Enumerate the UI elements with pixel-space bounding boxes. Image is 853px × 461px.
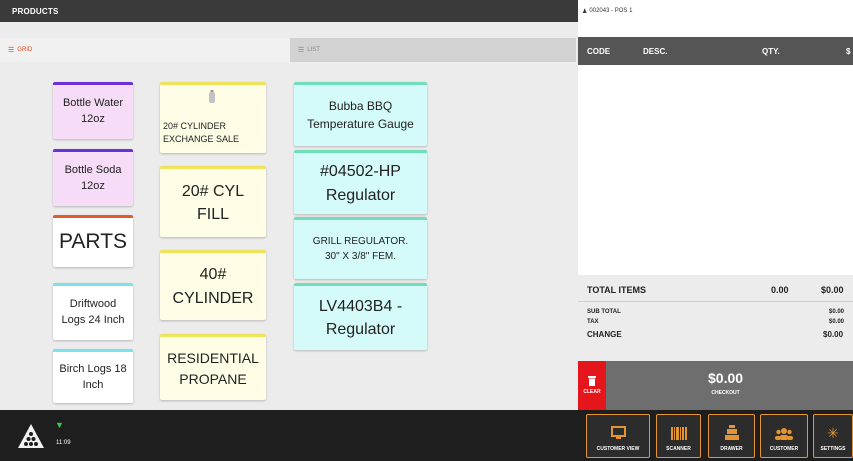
order-totals: TOTAL ITEMS 0.00 $0.00 SUB TOTAL $0.00 T…	[578, 275, 853, 361]
customer-view-button[interactable]: CUSTOMER VIEW	[586, 414, 650, 458]
view-tabs: ☰ GRID ☰ LIST	[0, 38, 576, 62]
settings-label: SETTINGS	[820, 446, 846, 452]
product-tile-40-cylinder[interactable]: 40# CYLINDER	[160, 250, 266, 320]
tile-label: Logs 24 Inch	[61, 314, 125, 326]
col-desc: DESC.	[643, 47, 668, 56]
order-column-headers: CODE DESC. QTY. $	[578, 37, 853, 65]
tab-list-label: LIST	[307, 47, 320, 53]
product-tile-parts[interactable]: PARTS	[53, 215, 133, 267]
checkout-amount: $0.00	[708, 370, 744, 386]
tile-label: 12oz	[81, 180, 105, 192]
tile-label: 20# CYLINDER	[163, 120, 227, 131]
monitor-icon	[610, 426, 626, 439]
gear-icon: ✳	[827, 425, 839, 441]
drawer-label: DRAWER	[720, 446, 743, 452]
tile-label: Bottle Soda	[64, 164, 122, 177]
product-tile-residential-propane[interactable]: RESIDENTIAL PROPANE	[160, 334, 266, 400]
cash-register-icon	[724, 425, 739, 440]
users-icon	[775, 428, 793, 440]
tile-label: 30" X 3/8" FEM.	[324, 250, 396, 262]
tile-label: Regulator	[325, 321, 396, 338]
product-tile-grill-regulator[interactable]: GRILL REGULATOR. 30" X 3/8" FEM.	[294, 217, 427, 279]
product-tile-driftwood[interactable]: Driftwood Logs 24 Inch	[53, 283, 133, 340]
user-icon: ♟	[582, 8, 588, 15]
clear-button[interactable]: CLEAR	[578, 361, 606, 410]
tile-label: Inch	[82, 378, 104, 391]
scanner-button[interactable]: SCANNER	[656, 414, 701, 458]
checkout-bar: CLEAR $0.00 CHECKOUT	[578, 361, 853, 410]
tile-label: LV4403B4 -	[318, 297, 403, 315]
col-qty: QTY.	[762, 47, 780, 56]
settings-button[interactable]: ✳ SETTINGS	[813, 414, 853, 458]
clear-label: CLEAR	[583, 389, 601, 395]
product-tile-bottle-water[interactable]: Bottle Water 12oz	[53, 82, 133, 139]
tile-label: Driftwood	[69, 298, 117, 311]
customer-button[interactable]: CUSTOMER	[760, 414, 808, 458]
tile-label: 20# CYL	[181, 182, 245, 200]
pos-app: PRODUCTS ☰ GRID ☰ LIST Bottle Water 12oz…	[0, 0, 853, 461]
tile-label: RESIDENTIAL	[167, 350, 259, 367]
change-label: CHANGE	[587, 330, 622, 339]
customer-label: CUSTOMER	[769, 446, 799, 452]
tile-label: EXCHANGE SALE	[163, 133, 240, 144]
products-panel: PRODUCTS ☰ GRID ☰ LIST Bottle Water 12oz…	[0, 0, 578, 410]
clock: 11:09	[56, 440, 71, 446]
tax-label: TAX	[587, 319, 599, 325]
product-tile-cylinder-exchange[interactable]: 20# CYLINDER EXCHANGE SALE	[160, 82, 266, 153]
checkout-label: CHECKOUT	[711, 390, 740, 396]
tile-label: Bottle Water	[62, 97, 124, 110]
col-price: $	[846, 47, 851, 56]
tab-list[interactable]: ☰ LIST	[290, 38, 576, 62]
total-items-qty: 0.00	[771, 285, 789, 295]
change-value: $0.00	[823, 330, 844, 339]
tax-value: $0.00	[829, 319, 845, 325]
product-tile-bubba-bbq[interactable]: Bubba BBQ Temperature Gauge	[294, 82, 427, 146]
drawer-button[interactable]: DRAWER	[708, 414, 755, 458]
tile-label: 40#	[199, 266, 227, 284]
trash-icon	[588, 376, 596, 386]
list-icon: ☰	[298, 47, 305, 54]
tile-label: PARTS	[58, 230, 128, 254]
total-items-label: TOTAL ITEMS	[587, 285, 647, 295]
propane-tank-icon	[209, 90, 215, 103]
order-title-text: 002043 - POS 1	[589, 8, 633, 14]
subtotal-value: $0.00	[829, 309, 845, 315]
tile-label: GRILL REGULATOR.	[312, 236, 409, 247]
product-tile-bottle-soda[interactable]: Bottle Soda 12oz	[53, 149, 133, 206]
products-header: PRODUCTS	[0, 0, 578, 22]
tile-label: Regulator	[325, 186, 396, 204]
grid-icon: ☰	[8, 47, 15, 54]
tab-grid-label: GRID	[17, 47, 33, 53]
tile-label: PROPANE	[179, 370, 247, 387]
app-logo-icon	[18, 424, 44, 448]
tile-label: 12oz	[81, 113, 105, 125]
tile-label: Birch Logs 18	[59, 362, 127, 375]
product-tile-birch-logs[interactable]: Birch Logs 18 Inch	[53, 349, 133, 403]
product-tile-cyl-fill[interactable]: 20# CYL FILL	[160, 166, 266, 237]
scanner-label: SCANNER	[666, 446, 691, 452]
divider	[578, 301, 853, 302]
tile-label: CYLINDER	[172, 289, 254, 307]
order-panel: ♟ 002043 - POS 1 CODE DESC. QTY. $ TOTAL…	[578, 0, 853, 410]
tile-label: Temperature Gauge	[307, 116, 414, 131]
tab-grid[interactable]: ☰ GRID	[0, 38, 290, 62]
footer-bar: ▼ 11:09 CUSTOMER VIEW SCANNER DRAWER CUS…	[0, 410, 853, 461]
tile-label: Bubba BBQ	[328, 99, 393, 114]
total-items-value: $0.00	[821, 285, 844, 295]
col-code: CODE	[587, 47, 611, 56]
order-line-items[interactable]	[578, 65, 853, 275]
tile-label: #04502-HP	[320, 163, 401, 181]
order-title: ♟ 002043 - POS 1	[578, 0, 853, 22]
customer-view-label: CUSTOMER VIEW	[596, 446, 640, 452]
order-spacer	[578, 22, 853, 37]
product-tile-lv4403b4-regulator[interactable]: LV4403B4 - Regulator	[294, 283, 427, 350]
subtotal-label: SUB TOTAL	[587, 309, 621, 315]
tile-label: FILL	[196, 206, 229, 223]
barcode-icon	[670, 427, 687, 440]
product-tile-04502-regulator[interactable]: #04502-HP Regulator	[294, 150, 427, 214]
checkout-button[interactable]: $0.00 CHECKOUT	[708, 370, 743, 396]
wifi-icon: ▼	[55, 420, 64, 430]
